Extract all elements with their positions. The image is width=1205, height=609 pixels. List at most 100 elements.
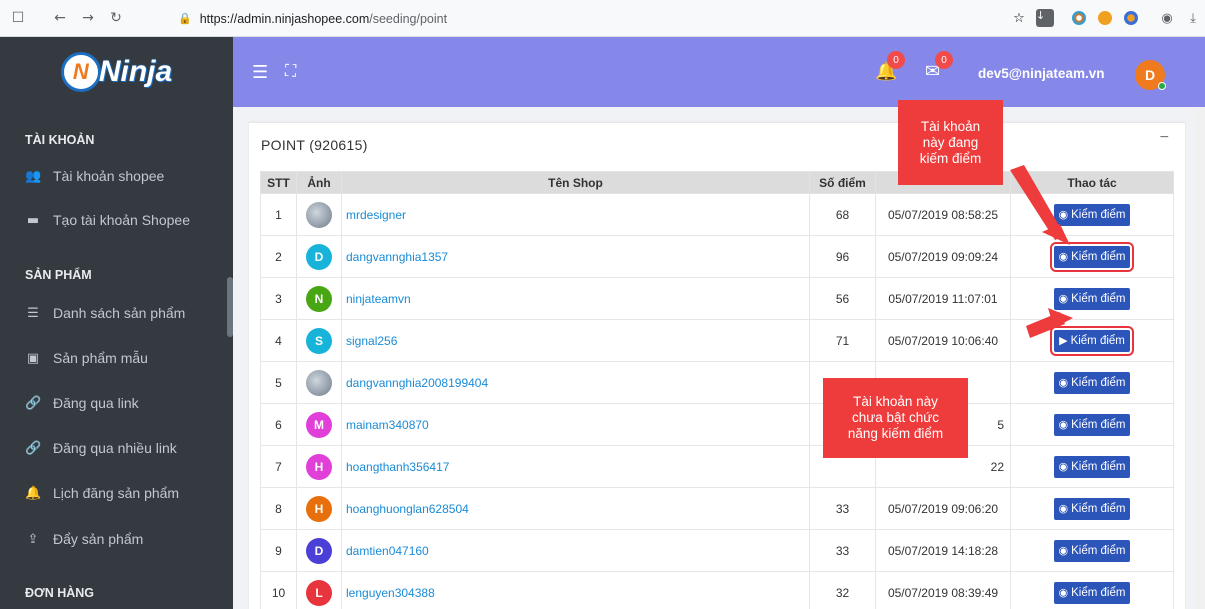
cell-stt: 7 bbox=[260, 445, 297, 488]
action-label: Kiểm điểm bbox=[1071, 250, 1126, 263]
shop-name-link[interactable]: dangvannghia1357 bbox=[346, 250, 448, 264]
column-header-points[interactable]: Số điểm bbox=[809, 171, 876, 194]
earning-status-button[interactable]: ◉ Kiểm điểm bbox=[1053, 497, 1131, 520]
fullscreen-icon[interactable]: ⛶ bbox=[285, 61, 296, 81]
sidebar-item-post-schedule[interactable]: 🔔 Lịch đăng sản phẩm bbox=[0, 481, 225, 505]
sidebar-section-products: SẢN PHẨM bbox=[25, 268, 92, 282]
earning-status-button[interactable]: ◉ Kiểm điểm bbox=[1053, 455, 1131, 478]
cell-actions: ◉ Kiểm điểm bbox=[1010, 403, 1174, 446]
cell-date: 05/07/2019 14:18:28 bbox=[875, 529, 1011, 572]
point-table: STT Ảnh Tên Shop Số điểm Thao tác 1 mrdes… bbox=[260, 171, 1174, 609]
bookmark-star-icon[interactable]: ☆ bbox=[1007, 6, 1031, 30]
record-icon: ◉ bbox=[1058, 460, 1069, 473]
shop-avatar: L bbox=[306, 579, 332, 606]
cell-avatar bbox=[296, 361, 342, 404]
cell-avatar: L bbox=[296, 571, 342, 609]
shop-name-link[interactable]: dangvannghia2008199404 bbox=[346, 376, 488, 390]
address-bar[interactable]: 🔒 https://admin.ninjashopee.com/seeding/… bbox=[178, 5, 968, 32]
sidebar-item-post-by-multi-link[interactable]: 🔗 Đăng qua nhiều link bbox=[0, 436, 225, 460]
forward-arrow-icon[interactable]: → bbox=[74, 4, 102, 32]
shop-name-link[interactable]: ninjateamvn bbox=[346, 292, 411, 306]
cell-points: 96 bbox=[809, 235, 876, 278]
extension-icon[interactable] bbox=[1093, 6, 1117, 30]
url-path: /seeding/point bbox=[369, 11, 448, 26]
cell-shop-name: dangvannghia2008199404 bbox=[341, 361, 810, 404]
extension-icon[interactable] bbox=[1067, 6, 1091, 30]
cell-avatar: H bbox=[296, 487, 342, 530]
shop-name-link[interactable]: hoanghuonglan628504 bbox=[346, 502, 469, 516]
user-avatar[interactable]: D bbox=[1135, 60, 1166, 90]
sidebar-scrollbar[interactable] bbox=[227, 277, 233, 337]
earning-status-button[interactable]: ◉ Kiểm điểm bbox=[1053, 371, 1131, 394]
cell-points: 68 bbox=[809, 193, 876, 236]
hamburger-menu-icon[interactable]: ☰ bbox=[252, 62, 268, 83]
action-label: Kiểm điểm bbox=[1071, 418, 1126, 431]
user-email[interactable]: dev5@ninjateam.vn bbox=[978, 66, 1104, 81]
logo-text: Ninja bbox=[98, 55, 173, 88]
cell-date: 05/07/2019 09:09:24 bbox=[875, 235, 1011, 278]
sidebar-item-label: Danh sách sản phẩm bbox=[53, 305, 186, 321]
shop-name-link[interactable]: mrdesigner bbox=[346, 208, 406, 222]
page-scrollbar[interactable] bbox=[1195, 107, 1205, 609]
extension-icon[interactable] bbox=[1119, 6, 1143, 30]
reload-icon[interactable]: ↻ bbox=[102, 4, 130, 32]
cell-shop-name: damtien047160 bbox=[341, 529, 810, 572]
column-header-shop-name[interactable]: Tên Shop bbox=[341, 171, 810, 194]
cell-stt: 1 bbox=[260, 193, 297, 236]
sidebar-item-push-products[interactable]: ⇪ Đẩy sản phẩm bbox=[0, 527, 225, 551]
download-icon[interactable]: ⤓ bbox=[1181, 6, 1205, 30]
cell-points: 33 bbox=[809, 529, 876, 572]
shop-name-link[interactable]: lenguyen304388 bbox=[346, 586, 435, 600]
cell-stt: 3 bbox=[260, 277, 297, 320]
upload-icon: ⇪ bbox=[27, 531, 39, 547]
cell-shop-name: ninjateamvn bbox=[341, 277, 810, 320]
shop-avatar: D bbox=[306, 243, 332, 270]
top-navbar: ☰ ⛶ 🔔 0 ✉ 0 dev5@ninjateam.vn D bbox=[233, 37, 1205, 107]
sidebar-item-label: Sản phẩm mẫu bbox=[53, 350, 148, 366]
table-row: 8 Hhoanghuonglan628504 33 05/07/2019 09:06:… bbox=[260, 487, 1174, 530]
link-icon: 🔗 bbox=[25, 440, 42, 456]
back-arrow-icon[interactable]: ← bbox=[46, 4, 74, 32]
logo[interactable]: N Ninja bbox=[0, 37, 233, 107]
record-icon: ◉ bbox=[1058, 376, 1069, 389]
column-header-avatar[interactable]: Ảnh bbox=[296, 171, 342, 194]
cell-stt: 6 bbox=[260, 403, 297, 446]
earning-status-button[interactable]: ◉ Kiểm điểm bbox=[1053, 581, 1131, 604]
sidebar-item-product-list[interactable]: ☰ Danh sách sản phẩm bbox=[0, 301, 225, 325]
sidebar-item-sample-products[interactable]: ▣ Sản phẩm mẫu bbox=[0, 346, 225, 370]
excel-file-icon: ▣ bbox=[26, 350, 40, 366]
cell-avatar: D bbox=[296, 529, 342, 572]
sidebar-item-post-by-link[interactable]: 🔗 Đăng qua link bbox=[0, 391, 225, 415]
earning-status-button[interactable]: ◉ Kiểm điểm bbox=[1049, 241, 1135, 272]
earning-status-button[interactable]: ◉ Kiểm điểm bbox=[1053, 287, 1131, 310]
earning-status-button[interactable]: ◉ Kiểm điểm bbox=[1053, 203, 1131, 226]
sidebar-item-shopee-accounts[interactable]: 👥 Tài khoản shopee bbox=[0, 164, 225, 188]
table-row: 1 mrdesigner 68 05/07/2019 08:58:25 ◉ Kiểm đi… bbox=[260, 193, 1174, 236]
shop-avatar: H bbox=[306, 495, 332, 522]
record-icon: ◉ bbox=[1058, 250, 1069, 263]
action-label: Kiểm điểm bbox=[1071, 292, 1126, 305]
shop-name-link[interactable]: hoangthanh356417 bbox=[346, 460, 449, 474]
start-earning-button[interactable]: ▶ Kiểm điểm bbox=[1050, 325, 1134, 356]
cell-date: 05/07/2019 10:06:40 bbox=[875, 319, 1011, 362]
earning-status-button[interactable]: ◉ Kiểm điểm bbox=[1053, 539, 1131, 562]
column-header-stt[interactable]: STT bbox=[260, 171, 297, 194]
shop-name-link[interactable]: mainam340870 bbox=[346, 418, 429, 432]
table-header-row: STT Ảnh Tên Shop Số điểm Thao tác bbox=[260, 171, 1174, 194]
shop-name-link[interactable]: damtien047160 bbox=[346, 544, 429, 558]
profile-icon[interactable]: ◉ bbox=[1155, 6, 1179, 30]
cell-shop-name: mrdesigner bbox=[341, 193, 810, 236]
earning-status-button[interactable]: ◉ Kiểm điểm bbox=[1053, 413, 1131, 436]
cell-shop-name: mainam340870 bbox=[341, 403, 810, 446]
shop-avatar: S bbox=[306, 327, 332, 354]
shop-name-link[interactable]: signal256 bbox=[346, 334, 397, 348]
cell-avatar: H bbox=[296, 445, 342, 488]
download-extension-icon[interactable]: ↓ bbox=[1033, 6, 1057, 30]
table-row: 2 Ddangvannghia1357 96 05/07/2019 09:09:24 ◉… bbox=[260, 235, 1174, 278]
sidebar-item-create-account[interactable]: ▬ Tạo tài khoản Shopee bbox=[0, 208, 225, 232]
column-header-actions[interactable]: Thao tác bbox=[1010, 171, 1174, 194]
tab-icon[interactable]: ☐ bbox=[4, 4, 32, 32]
link-icon: 🔗 bbox=[25, 395, 42, 411]
collapse-icon[interactable]: − bbox=[1160, 129, 1169, 147]
table-row: 10 Llenguyen304388 32 05/07/2019 08:39:49 ◉ K… bbox=[260, 571, 1174, 609]
